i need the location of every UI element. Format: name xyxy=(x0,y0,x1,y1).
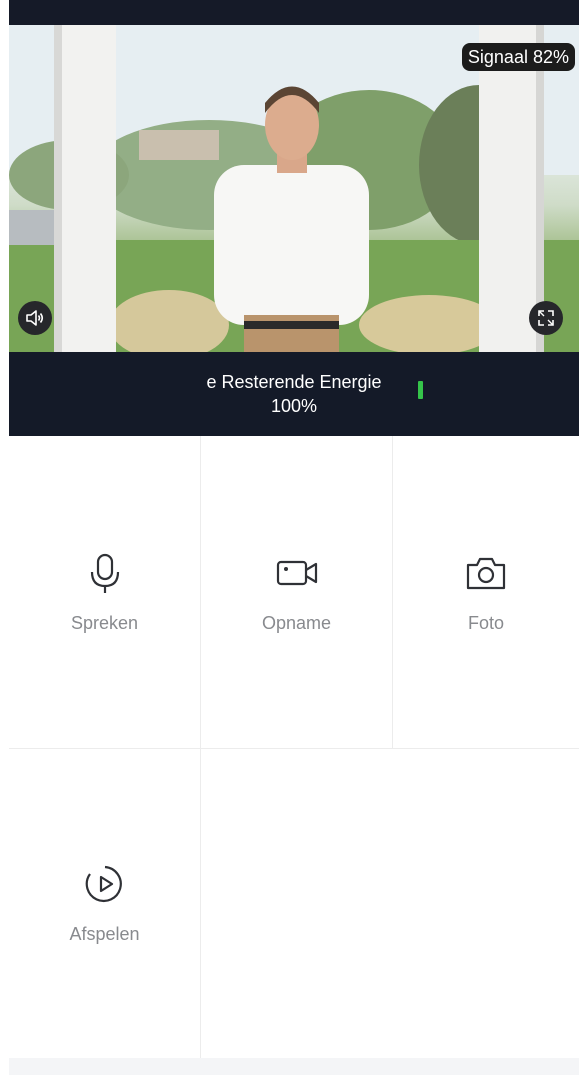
battery-panel: e Resterende Energie 100% xyxy=(9,352,579,436)
mute-button[interactable] xyxy=(18,301,52,335)
signal-label: Signaal xyxy=(467,47,528,67)
record-button[interactable]: Opname xyxy=(201,436,392,748)
battery-icon xyxy=(418,381,423,399)
photo-button[interactable]: Foto xyxy=(393,436,579,748)
playback-label: Afspelen xyxy=(69,924,140,944)
energy-value: 100% xyxy=(270,396,318,416)
energy-label: e Resterende Energie xyxy=(206,372,382,392)
speak-button[interactable]: Spreken xyxy=(9,436,200,748)
fullscreen-icon xyxy=(538,310,554,326)
camera-feed-image xyxy=(9,25,579,352)
speaker-icon xyxy=(26,310,44,326)
status-bar xyxy=(9,0,579,25)
video-camera-icon xyxy=(276,560,317,585)
playback-button[interactable]: Afspelen xyxy=(9,749,200,1058)
signal-indicator: Signaal 82% xyxy=(461,43,575,71)
record-label: Opname xyxy=(261,612,332,633)
microphone-icon xyxy=(90,553,119,593)
speak-label: Spreken xyxy=(70,612,139,633)
fullscreen-button[interactable] xyxy=(529,301,563,335)
photo-label: Foto xyxy=(467,612,505,633)
bottom-bar xyxy=(9,1058,579,1075)
action-grid: Spreken Opname Foto Afspelen xyxy=(9,436,579,1058)
camera-icon xyxy=(466,557,506,589)
signal-value: 82% xyxy=(532,47,569,67)
live-video-view[interactable]: Signaal 82% xyxy=(9,25,579,352)
playback-icon xyxy=(85,865,122,903)
